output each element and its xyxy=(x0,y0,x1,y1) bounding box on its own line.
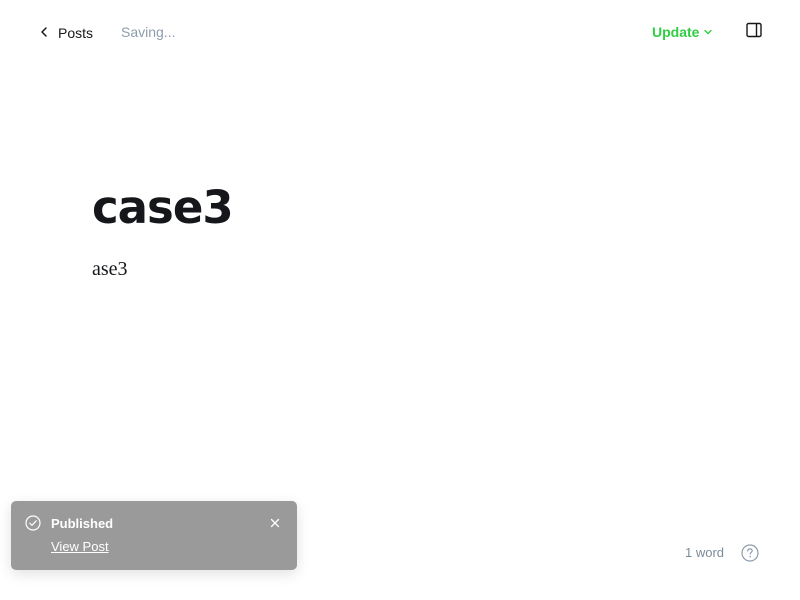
settings-sidebar-toggle[interactable] xyxy=(745,21,763,39)
chevron-down-icon xyxy=(699,24,713,40)
back-label: Posts xyxy=(58,25,94,41)
chevron-left-icon xyxy=(38,25,58,41)
update-label: Update xyxy=(652,24,700,40)
sidebar-panel-icon xyxy=(745,22,763,43)
help-button[interactable] xyxy=(741,544,759,562)
editor-page: Posts Saving... Update case3 ase3 Publis… xyxy=(0,0,800,600)
word-count: 1 word xyxy=(685,545,725,560)
toast-close-button[interactable] xyxy=(269,516,281,528)
post-editor: case3 ase3 xyxy=(92,178,712,284)
post-body[interactable]: ase3 xyxy=(92,254,712,284)
editor-header: Posts Saving... Update xyxy=(0,0,800,64)
view-post-link[interactable]: View Post xyxy=(51,539,109,554)
help-circle-icon xyxy=(741,544,759,566)
toast-title: Published xyxy=(51,516,114,531)
check-circle-icon xyxy=(25,515,41,531)
back-to-posts-link[interactable]: Posts xyxy=(38,22,93,44)
save-status: Saving... xyxy=(121,24,176,40)
published-toast: Published View Post xyxy=(11,501,297,570)
post-title[interactable]: case3 xyxy=(92,178,712,238)
update-button[interactable]: Update xyxy=(652,24,713,40)
close-icon xyxy=(269,516,281,533)
